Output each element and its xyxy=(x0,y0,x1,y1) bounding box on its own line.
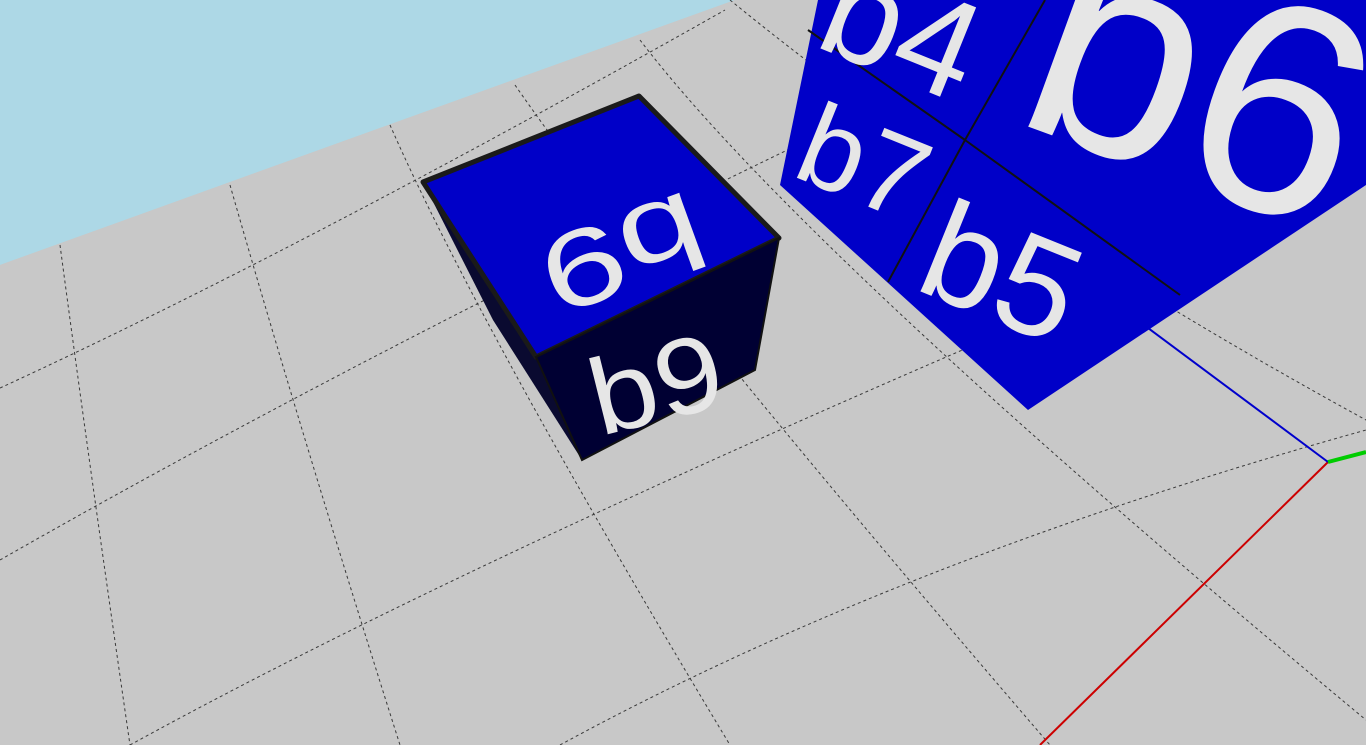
3d-viewport[interactable]: b9 b9 b4 b6 b7 b5 xyxy=(0,0,1366,745)
scene-canvas: b9 b9 b4 b6 b7 b5 xyxy=(0,0,1366,745)
